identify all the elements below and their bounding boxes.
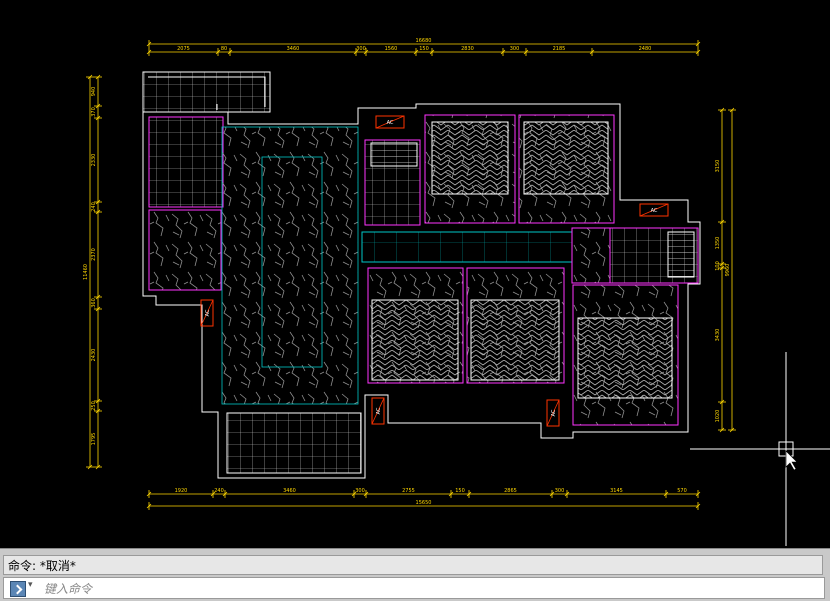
command-line-panel: 命令: *取消* ▾	[0, 548, 830, 601]
top-dimension-total-text: 16680	[416, 38, 432, 44]
ac-unit-label: AC	[205, 309, 211, 316]
bottom-dimension-total-text: 15650	[416, 500, 432, 506]
right-dimension-total-text: 9960	[725, 264, 731, 277]
top-dimension-text: 3460	[287, 46, 300, 52]
bottom-dimension-text: 3145	[610, 488, 623, 494]
top-dimension-text: 300	[356, 46, 366, 52]
command-prompt-icon[interactable]	[10, 581, 26, 597]
bottom-dimension-text: 240	[214, 488, 224, 494]
top-dimension-text: 300	[510, 46, 520, 52]
cad-drawing-canvas[interactable]: 2075 80 3460 300 1560 150 2830 300 2185 2480 16680…	[0, 0, 830, 548]
left-dimension-text: 360	[91, 298, 97, 308]
right-dimension-text: 3150	[715, 160, 721, 173]
ac-unit-label: AC	[376, 407, 382, 414]
bottom-dimension-text: 1920	[175, 488, 188, 494]
left-dimension-text: 2370	[91, 248, 97, 261]
bottom-dimension-text: 150	[455, 488, 465, 494]
bottom-dimension-text: 2755	[402, 488, 415, 494]
right-dimension-text: 100	[715, 261, 721, 271]
ac-unit-label: AC	[551, 409, 557, 416]
crosshair-cursor	[690, 352, 830, 546]
bottom-dimension-text: 570	[677, 488, 687, 494]
rooms	[142, 71, 699, 474]
top-dimension-text: 150	[419, 46, 429, 52]
floor-plan[interactable]: 2075 80 3460 300 1560 150 2830 300 2185 2480 16680…	[0, 0, 830, 548]
bottom-dimension-text: 300	[355, 488, 365, 494]
top-dimension-text: 2480	[639, 46, 652, 52]
right-dimension-text: 1020	[715, 410, 721, 423]
top-dimension-text: 80	[221, 46, 227, 52]
bottom-dimension-text: 300	[555, 488, 565, 494]
top-dimension-text: 2830	[461, 46, 474, 52]
left-dimension-text: 2430	[91, 349, 97, 362]
left-dimension-text: 940	[91, 87, 97, 97]
ac-unit-label: AC	[387, 120, 394, 126]
chevron-down-icon[interactable]: ▾	[28, 580, 33, 590]
command-history: 命令: *取消*	[3, 555, 823, 575]
left-dimension-text: 250	[91, 401, 97, 411]
top-dimension-text: 2075	[177, 46, 190, 52]
bottom-dimension-text: 3460	[283, 488, 296, 494]
left-dimension-text: 2330	[91, 154, 97, 167]
right-dimension-text: 3430	[715, 329, 721, 342]
right-dimension-text: 1350	[715, 237, 721, 250]
command-input[interactable]	[42, 579, 806, 599]
left-dimension-text: 240	[91, 202, 97, 212]
left-dimension-total-text: 11460	[83, 264, 89, 280]
bottom-dimension-text: 2865	[504, 488, 517, 494]
left-dimension-text: 1795	[91, 433, 97, 446]
top-dimension-text: 2185	[553, 46, 566, 52]
left-dimension-text: 370	[91, 107, 97, 117]
command-input-row[interactable]: ▾	[3, 577, 825, 599]
top-dimension-text: 1560	[385, 46, 398, 52]
ac-unit-label: AC	[651, 208, 658, 214]
